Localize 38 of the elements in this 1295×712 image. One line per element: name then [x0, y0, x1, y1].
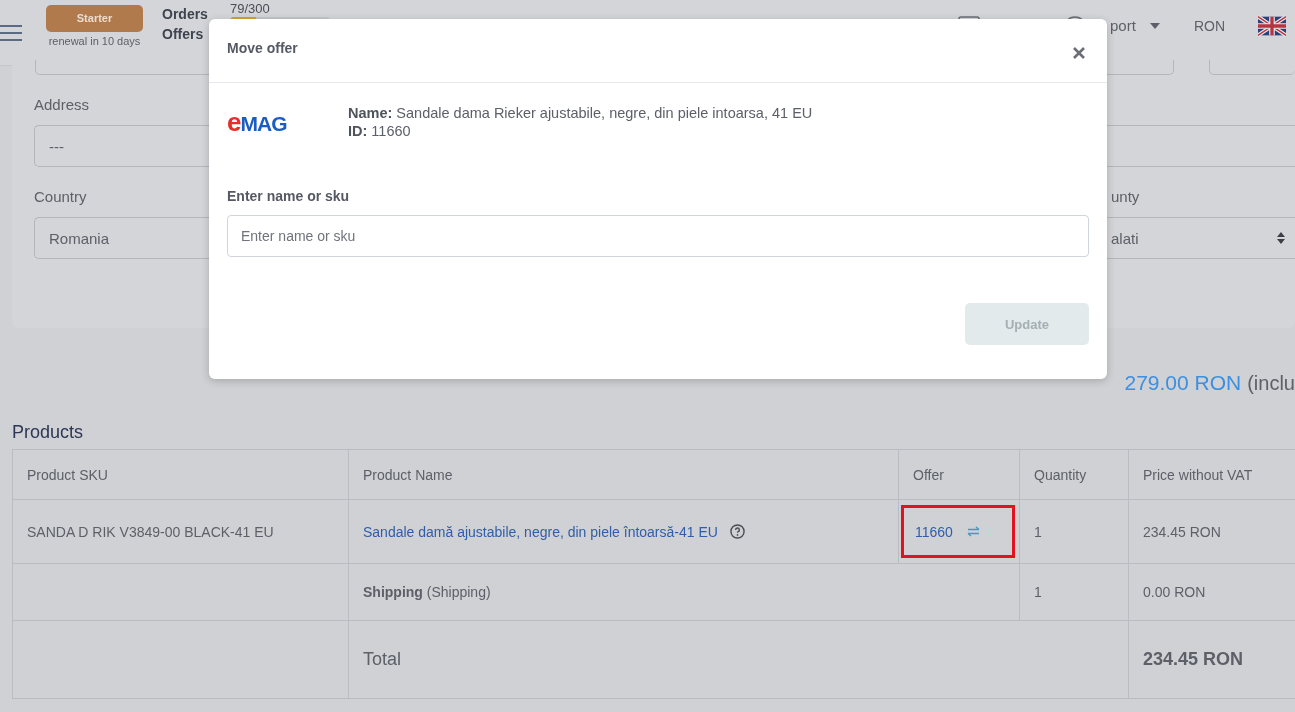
- offer-name: Name: Sandale dama Rieker ajustabile, negre, din piele intoarsa, 41 EU: [348, 105, 813, 121]
- sort-arrows-icon: [1277, 232, 1285, 244]
- table-cell: Total: [348, 620, 1129, 699]
- offer-id: ID: 11660: [348, 123, 412, 139]
- county-select[interactable]: alati: [1111, 217, 1295, 259]
- search-label: Enter name or sku: [227, 188, 351, 204]
- table-cell: 1: [1019, 499, 1129, 564]
- table-cell: 1: [1019, 563, 1129, 621]
- column-header: Quantity: [1019, 449, 1129, 500]
- column-header: Price without VAT: [1128, 449, 1295, 500]
- counter-label: Orders: [162, 5, 208, 22]
- close-icon[interactable]: [1073, 47, 1085, 59]
- column-header: Offer: [898, 449, 1020, 500]
- column-header: Product Name: [348, 449, 899, 500]
- table-cell: SANDA D RIK V3849-00 BLACK-41 EU: [12, 499, 349, 564]
- search-field[interactable]: Enter name or sku: [227, 215, 1089, 257]
- offer-link[interactable]: 11660: [915, 523, 953, 540]
- menu-icon[interactable]: [0, 24, 22, 41]
- field-label: unty: [1111, 188, 1140, 205]
- section-title: Products: [12, 422, 85, 444]
- caret-icon[interactable]: [1149, 22, 1160, 29]
- marketplace-logo: eMAG: [227, 106, 288, 138]
- product-link[interactable]: Sandale damă ajustabile, negre, din piele întoarsă-41 EU: [363, 523, 718, 540]
- flag-icon[interactable]: [1258, 14, 1286, 37]
- renewal-text: renewal in 10 days: [48, 34, 141, 47]
- modal-title: Move offer: [227, 40, 298, 56]
- table-cell: Shipping (Shipping): [363, 584, 491, 600]
- plan-badge[interactable]: Starter: [46, 4, 143, 32]
- field-label: Address: [34, 96, 90, 113]
- usage-reading: 79/300: [229, 2, 271, 16]
- counter-label: Offers: [162, 25, 205, 42]
- help-icon[interactable]: [729, 524, 745, 539]
- field-label: Country: [34, 188, 87, 205]
- support-menu[interactable]: port: [1110, 17, 1136, 34]
- total-note: (inclu: [1247, 371, 1295, 395]
- order-total: 279.00 RON: [1124, 371, 1242, 395]
- currency-selector[interactable]: RON: [1193, 17, 1225, 34]
- column-header: Product SKU: [12, 449, 349, 500]
